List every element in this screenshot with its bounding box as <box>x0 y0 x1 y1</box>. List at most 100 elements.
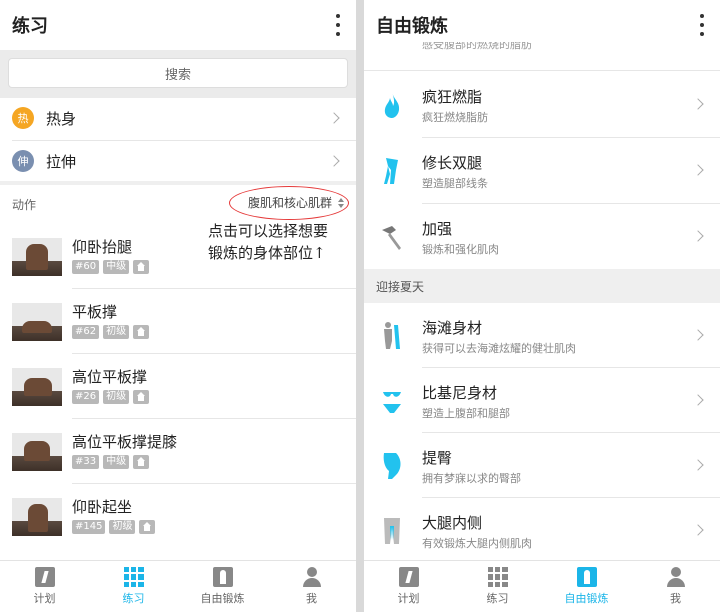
exercise-thumbnail <box>12 368 62 406</box>
nav-free-workout[interactable]: 自由锻炼 <box>542 561 631 612</box>
workout-name: 加强 <box>422 220 453 238</box>
home-icon <box>133 455 150 469</box>
workout-item[interactable]: 提臀 拥有梦寐以求的臀部 <box>364 433 720 498</box>
workout-item[interactable]: 大腿内侧 有效锻炼大腿内侧肌肉 <box>364 498 720 563</box>
bottom-navigation: 计划 练习 自由锻炼 我 <box>364 560 720 612</box>
workout-name: 比基尼身材 <box>422 384 498 402</box>
nav-label: 计划 <box>33 592 56 605</box>
exercise-name: 高位平板撑提膝 <box>72 433 178 451</box>
legs-icon <box>384 158 398 184</box>
exercise-tags: #33 中级 <box>72 455 150 469</box>
chevron-right-icon <box>328 112 340 124</box>
profile-icon <box>666 567 686 587</box>
exercise-name: 仰卧抬腿 <box>72 238 133 256</box>
plan-icon <box>398 567 419 587</box>
home-icon <box>133 325 150 339</box>
person-icon <box>576 567 597 587</box>
exercise-row[interactable]: 仰卧抬腿 #60 中级 <box>0 230 356 294</box>
workout-item[interactable]: 疯狂燃脂 疯狂燃烧脂肪 <box>364 72 720 137</box>
workout-description: 拥有梦寐以求的臀部 <box>422 472 521 485</box>
search-bar: 搜索 <box>0 50 356 98</box>
bikini-icon <box>383 392 401 413</box>
bottom-navigation: 计划 练习 自由锻炼 我 <box>0 560 356 612</box>
exercise-row[interactable]: 仰卧起坐 #145 初级 <box>0 490 356 554</box>
nav-free-workout[interactable]: 自由锻炼 <box>178 561 267 612</box>
search-input[interactable]: 搜索 <box>8 58 348 88</box>
exercise-tags: #145 初级 <box>72 520 156 534</box>
stretch-item[interactable]: 伸 拉伸 <box>0 141 356 181</box>
divider <box>72 288 356 289</box>
workout-description: 获得可以去海滩炫耀的健壮肌肉 <box>422 342 576 355</box>
nav-practice[interactable]: 练习 <box>453 561 542 612</box>
hammer-icon <box>382 226 401 250</box>
exercise-thumbnail <box>12 238 62 276</box>
nav-label: 自由锻炼 <box>564 592 609 605</box>
workout-description: 锻炼和强化肌肉 <box>422 243 499 256</box>
exercise-level: 初级 <box>109 520 136 534</box>
nav-label: 练习 <box>486 592 509 605</box>
app-bar: 自由锻炼 <box>364 0 720 50</box>
thigh-icon <box>384 518 400 544</box>
nav-label: 练习 <box>122 592 145 605</box>
section-gap <box>0 181 356 185</box>
workout-description: 塑造上腹部和腿部 <box>422 407 510 420</box>
exercise-tags: #62 初级 <box>72 325 150 339</box>
workout-name: 海滩身材 <box>422 319 483 337</box>
home-icon <box>133 390 150 404</box>
exercise-row[interactable]: 高位平板撑提膝 #33 中级 <box>0 425 356 489</box>
exercise-thumbnail <box>12 498 62 536</box>
exercise-number: #145 <box>72 520 106 534</box>
nav-plan[interactable]: 计划 <box>0 561 89 612</box>
divider <box>72 418 356 419</box>
nav-me[interactable]: 我 <box>267 561 356 612</box>
stretch-label: 拉伸 <box>46 152 77 171</box>
nav-me[interactable]: 我 <box>631 561 720 612</box>
plan-icon <box>34 567 55 587</box>
workout-item[interactable]: 修长双腿 塑造腿部线条 <box>364 138 720 203</box>
nav-plan[interactable]: 计划 <box>364 561 453 612</box>
exercise-row[interactable]: 高位平板撑 #26 初级 <box>0 360 356 424</box>
workout-item[interactable]: 加强 锻炼和强化肌肉 <box>364 204 720 269</box>
exercise-level: 中级 <box>103 455 130 469</box>
flame-icon <box>384 92 400 118</box>
chevron-right-icon <box>692 394 704 406</box>
page-title: 自由锻炼 <box>376 16 448 37</box>
exercise-row[interactable]: 平板撑 #62 初级 <box>0 295 356 359</box>
home-icon <box>133 260 150 274</box>
practice-screen: 练习 搜索 热 热身 伸 拉伸 动作 腹肌和核心肌群 点击可以选择想要 锻炼的身… <box>0 0 356 612</box>
exercise-number: #33 <box>72 455 100 469</box>
annotation-circle <box>229 186 349 220</box>
exercise-thumbnail <box>12 433 62 471</box>
workout-name: 大腿内侧 <box>422 514 483 532</box>
person-icon <box>212 567 233 587</box>
exercise-tags: #60 中级 <box>72 260 150 274</box>
workout-item[interactable]: 比基尼身材 塑造上腹部和腿部 <box>364 368 720 433</box>
workout-description: 疯狂燃烧脂肪 <box>422 111 488 124</box>
divider <box>72 483 356 484</box>
warmup-item[interactable]: 热 热身 <box>0 98 356 138</box>
exercise-tags: #26 初级 <box>72 390 150 404</box>
more-options-icon[interactable] <box>334 14 342 36</box>
chevron-right-icon <box>692 524 704 536</box>
grid-icon <box>123 567 144 587</box>
exercise-name: 平板撑 <box>72 303 118 321</box>
home-icon <box>139 520 156 534</box>
exercise-number: #60 <box>72 260 100 274</box>
workout-description: 塑造腿部线条 <box>422 177 488 190</box>
nav-label: 我 <box>306 592 317 605</box>
workout-name: 提臀 <box>422 449 453 467</box>
exercise-number: #26 <box>72 390 100 404</box>
nav-practice[interactable]: 练习 <box>89 561 178 612</box>
stretch-badge-icon: 伸 <box>12 150 34 172</box>
workout-item[interactable]: 海滩身材 获得可以去海滩炫耀的健壮肌肉 <box>364 303 720 368</box>
profile-icon <box>302 567 322 587</box>
workout-description: 有效锻炼大腿内侧肌肉 <box>422 537 532 550</box>
divider <box>72 353 356 354</box>
partial-description: 感受腹部的燃烧的脂肪 <box>422 42 532 51</box>
more-options-icon[interactable] <box>698 14 706 36</box>
chevron-right-icon <box>692 164 704 176</box>
exercise-thumbnail <box>12 303 62 341</box>
grid-icon <box>487 567 508 587</box>
section-label-actions: 动作 <box>12 198 37 212</box>
chevron-right-icon <box>692 329 704 341</box>
